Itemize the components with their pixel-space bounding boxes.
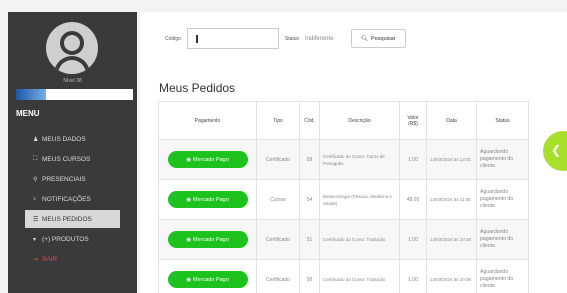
user-icon: ♟ (33, 136, 39, 143)
table-row: ◉ Mercado Pago Cursos 54 Biotecnologia (P… (158, 179, 529, 220)
page-title: Meus Pedidos (159, 81, 236, 95)
sidebar-item-meus-pedidos[interactable]: ☰ MEUS PEDIDOS (25, 210, 120, 228)
sidebar-item-notificacoes[interactable]: ♪ NOTIFICAÇÕES (8, 190, 137, 208)
sidebar-item-produtos[interactable]: ▾ (+) PRODUTOS (8, 230, 137, 248)
sidebar-item-presenciais[interactable]: ⚲ PRESENCIAIS (8, 170, 137, 188)
cell-cod: 54 (299, 179, 320, 220)
mercado-pago-button[interactable]: ◉ Mercado Pago (167, 191, 248, 208)
col-header-cod: Cód. (299, 101, 320, 140)
chevron-left-icon: ❮ (551, 143, 562, 157)
cell-data: 14/03/2024 às 11:05 (426, 179, 477, 220)
list-icon: ☰ (33, 216, 39, 223)
cell-descricao: Certificado do Curso: Tradução (319, 259, 400, 293)
table-header-row: Pagamento Tipo Cód. Descrição Valor (R$)… (158, 101, 529, 140)
sidebar-item-sair[interactable]: ⇥ SAIR (8, 250, 137, 268)
orders-table: Pagamento Tipo Cód. Descrição Valor (R$)… (158, 101, 529, 293)
sidebar-menu: ♟ MEUS DADOS ⛶ MEUS CURSOS ⚲ PRESENCIAIS… (8, 130, 137, 270)
main-content: Código Status Indiferente 🔍︎ Pesquisar M… (140, 12, 567, 293)
bell-icon: ♪ (33, 196, 36, 202)
cell-status: Aguardando pagamento do cliente. (476, 179, 529, 220)
sidebar-item-label: (+) PRODUTOS (42, 235, 89, 243)
sidebar-item-meus-cursos[interactable]: ⛶ MEUS CURSOS (8, 150, 137, 168)
sidebar-item-label: SAIR (42, 255, 58, 263)
cell-data: 14/03/2024 às 13:01 (426, 139, 477, 180)
sidebar-item-label: PRESENCIAIS (42, 175, 86, 183)
search-icon: 🔍︎ (361, 35, 369, 42)
eye-icon: ◉ (186, 236, 192, 243)
table-row: ◉ Mercado Pago Certificado 59 Certificado… (158, 139, 529, 180)
cell-status: Aguardando pagamento do cliente. (476, 139, 529, 180)
cell-status: Aguardando pagamento do cliente. (476, 259, 529, 293)
avatar-icon (46, 22, 98, 74)
col-header-tipo: Tipo (256, 101, 300, 140)
table-row: ◉ Mercado Pago Certificado 50 Certificado… (158, 259, 529, 293)
cell-tipo: Certificado (256, 259, 300, 293)
col-header-data: Data (426, 101, 477, 140)
status-label: Status (284, 35, 300, 42)
cell-tipo: Certificado (256, 139, 300, 180)
mercado-pago-button[interactable]: ◉ Mercado Pago (167, 271, 248, 288)
cell-tipo: Certificado (256, 219, 300, 260)
sidebar-item-label: MEUS CURSOS (42, 155, 91, 163)
col-header-status: Status (476, 101, 529, 140)
sidebar-item-meus-dados[interactable]: ♟ MEUS DADOS (8, 130, 137, 148)
eye-icon: ◉ (186, 276, 192, 283)
cart-icon: ▾ (33, 236, 37, 243)
col-header-valor: Valor (R$) (399, 101, 427, 140)
table-row: ◉ Mercado Pago Certificado 51 Certificado… (158, 219, 529, 260)
level-progress-fill (16, 89, 47, 100)
sidebar-item-label: NOTIFICAÇÕES (42, 195, 91, 203)
search-button[interactable]: 🔍︎ Pesquisar (351, 29, 406, 48)
cell-valor: 1.00 (399, 219, 427, 260)
cell-cod: 51 (299, 219, 320, 260)
sidebar-item-label: MEUS PEDIDOS (42, 215, 92, 223)
menu-title: MENU (16, 109, 40, 118)
cell-cod: 50 (299, 259, 320, 293)
location-icon: ⚲ (33, 176, 38, 183)
cell-valor: 48.00 (399, 179, 427, 220)
exit-icon: ⇥ (33, 256, 39, 263)
eye-icon: ◉ (186, 156, 192, 163)
cell-tipo: Cursos (256, 179, 300, 220)
cart-icon: ⛶ (33, 155, 38, 162)
eye-icon: ◉ (186, 196, 192, 203)
cell-data: 14/03/2024 às 10:06 (426, 259, 477, 293)
cell-data: 14/03/2024 às 10:30 (426, 219, 477, 260)
cell-cod: 59 (299, 139, 320, 180)
code-input[interactable] (186, 28, 279, 49)
level-progress-bar (16, 89, 133, 100)
cell-descricao: Certificado do Curso: Curso de Português (319, 139, 400, 180)
user-level: Nível 38 (63, 78, 82, 84)
cell-descricao: Certificado do Curso: Tradução (319, 219, 400, 260)
sidebar-item-label: MEUS DADOS (42, 135, 86, 143)
status-select[interactable]: Indiferente (305, 36, 345, 42)
search-button-label: Pesquisar (371, 35, 396, 42)
cell-valor: 1.00 (399, 139, 427, 180)
cell-descricao: Biotecnologia (Pessoa, Medicina e Saúde) (319, 179, 400, 220)
filter-bar: Código Status Indiferente 🔍︎ Pesquisar (165, 28, 406, 49)
mercado-pago-button[interactable]: ◉ Mercado Pago (167, 231, 248, 248)
cell-valor: 1.00 (399, 259, 427, 293)
col-header-descricao: Descrição (319, 101, 400, 140)
col-header-pagamento: Pagamento (158, 101, 257, 140)
mercado-pago-button[interactable]: ◉ Mercado Pago (167, 151, 248, 168)
page: Nível 38 MENU ♟ MEUS DADOS ⛶ MEUS CURSOS… (0, 0, 567, 293)
sidebar: Nível 38 MENU ♟ MEUS DADOS ⛶ MEUS CURSOS… (8, 12, 137, 293)
code-label: Código (165, 35, 181, 42)
cell-status: Aguardando pagamento do cliente. (476, 219, 529, 260)
